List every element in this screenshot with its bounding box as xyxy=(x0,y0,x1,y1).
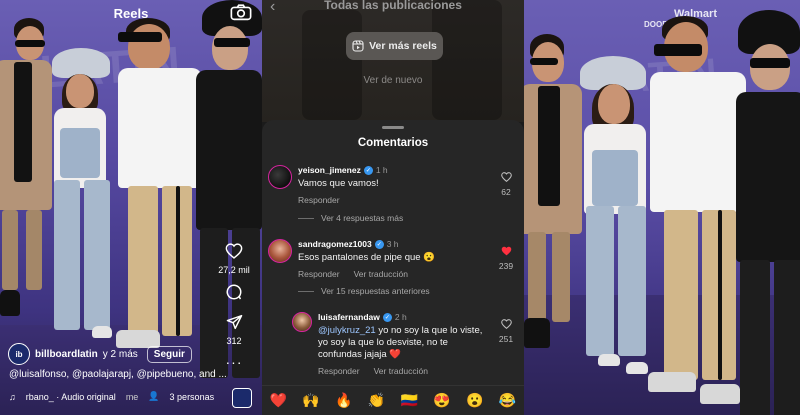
emoji-heart-eyes[interactable]: 😍 xyxy=(433,392,450,409)
heart-icon[interactable] xyxy=(500,319,512,330)
see-again-link[interactable]: Ver de nuevo xyxy=(262,75,524,86)
sheet-grabber[interactable] xyxy=(382,126,404,129)
comment-avatar[interactable] xyxy=(268,165,292,189)
comment-avatar[interactable] xyxy=(268,239,292,263)
comment-text: Esos pantalones de pipe que 😮 xyxy=(298,252,436,263)
comment-action[interactable] xyxy=(212,283,256,306)
camera-icon[interactable] xyxy=(230,4,252,21)
emoji-surprised[interactable]: 😮 xyxy=(466,392,483,409)
like-action[interactable]: 27,2 mil xyxy=(212,243,256,275)
reels-title: Reels xyxy=(113,6,149,21)
emoji-laughing[interactable]: 😂 xyxy=(499,392,516,409)
more-reels-button[interactable]: Ver más reels xyxy=(346,32,443,60)
verified-icon: ✓ xyxy=(363,165,373,175)
emoji-colombia-flag[interactable]: 🇨🇴 xyxy=(401,392,418,409)
all-posts-title: Todas las publicaciones xyxy=(324,0,462,12)
comment-like-count: 62 xyxy=(501,187,511,197)
emoji-heart[interactable]: ❤️ xyxy=(270,392,287,409)
emoji-clap[interactable]: 👏 xyxy=(368,392,385,409)
more-icon[interactable]: ··· xyxy=(226,354,243,370)
audio-row: ♫ rbano_ · Audio original me 👤 3 persona… xyxy=(9,391,214,402)
more-replies-label[interactable]: Ver 4 respuestas más xyxy=(321,213,403,223)
comments-sheet: Comentarios yeison_jimenez ✓ 1 h Vamos q… xyxy=(262,120,524,415)
comment-like[interactable]: 251 xyxy=(498,319,514,344)
people-tag[interactable]: 3 personas xyxy=(170,392,215,402)
more-replies-label[interactable]: Ver 15 respuestas anteriores xyxy=(321,286,430,296)
comment-time: 1 h xyxy=(375,165,388,175)
heart-filled-icon[interactable] xyxy=(501,246,512,256)
music-icon: ♫ xyxy=(9,391,16,402)
comment-like-count: 251 xyxy=(498,334,514,344)
reply-button[interactable]: Responder xyxy=(318,366,360,376)
shares-count: 312 xyxy=(226,336,242,346)
comment-time: 3 h xyxy=(386,239,399,249)
comment-username[interactable]: luisafernandaw xyxy=(318,312,380,322)
comment-icon[interactable] xyxy=(225,283,243,301)
person-icon: 👤 xyxy=(148,391,160,401)
share-action[interactable]: 312 xyxy=(212,314,256,346)
author-avatar[interactable]: ib xyxy=(8,343,30,365)
comments-panel: ‹ Todas las publicaciones Ver más reels … xyxy=(262,0,524,415)
coauthors-label[interactable]: y 2 más xyxy=(103,349,138,360)
photo-panel: DOORDASH Walmart LATIN xyxy=(524,0,800,415)
comment-like-count: 239 xyxy=(498,261,514,271)
audio-extra: me xyxy=(125,391,139,402)
heart-icon[interactable] xyxy=(225,243,243,259)
translate-button[interactable]: Ver traducción xyxy=(354,269,408,279)
emoji-raised-hands[interactable]: 🙌 xyxy=(302,392,319,409)
reel-caption[interactable]: @luisalfonso, @paolajarapj, @pipebueno, … xyxy=(9,369,227,380)
follow-button[interactable]: Seguir xyxy=(146,345,192,363)
send-icon[interactable] xyxy=(226,314,243,330)
view-more-replies-1[interactable]: Ver 4 respuestas más xyxy=(298,213,403,223)
comment-username[interactable]: sandragomez1003 xyxy=(298,239,372,249)
comment-like[interactable]: 62 xyxy=(498,172,514,197)
verified-icon: ✓ xyxy=(374,239,384,249)
reels-video-panel[interactable]: LATIN Reels 27,2 mil 312 ··· ib billboar… xyxy=(0,0,262,415)
view-more-replies-2[interactable]: Ver 15 respuestas anteriores xyxy=(298,286,430,296)
comment-text: @julykruz_21 yo no soy la que lo viste, … xyxy=(318,325,486,361)
verified-icon: ✓ xyxy=(382,312,392,322)
comment-like[interactable]: 239 xyxy=(498,246,514,271)
emoji-fire[interactable]: 🔥 xyxy=(335,392,352,409)
comments-title: Comentarios xyxy=(357,137,429,149)
comment-mention[interactable]: @julykruz_21 xyxy=(318,325,376,336)
reel-actions: 27,2 mil 312 ··· xyxy=(212,243,256,380)
audio-label[interactable]: rbano_ · Audio original xyxy=(26,392,116,402)
reply-button[interactable]: Responder xyxy=(298,195,340,205)
audio-thumbnail[interactable] xyxy=(232,388,252,408)
author-row: ib billboardlatin y 2 más Seguir xyxy=(8,343,192,365)
comment-time: 2 h xyxy=(394,312,407,322)
heart-icon[interactable] xyxy=(500,172,512,183)
comment-text: Vamos que vamos! xyxy=(298,178,379,189)
comment-avatar[interactable] xyxy=(292,312,312,332)
translate-button[interactable]: Ver traducción xyxy=(374,366,428,376)
comment-username[interactable]: yeison_jimenez xyxy=(298,165,361,175)
more-reels-label: Ver más reels xyxy=(369,40,437,52)
reply-button[interactable]: Responder xyxy=(298,269,340,279)
dimmed-reel-background xyxy=(262,0,524,122)
emoji-quick-bar: ❤️ 🙌 🔥 👏 🇨🇴 😍 😮 😂 xyxy=(262,385,524,415)
author-username[interactable]: billboardlatin xyxy=(35,349,98,360)
reels-icon xyxy=(352,40,364,52)
likes-count: 27,2 mil xyxy=(218,265,250,275)
